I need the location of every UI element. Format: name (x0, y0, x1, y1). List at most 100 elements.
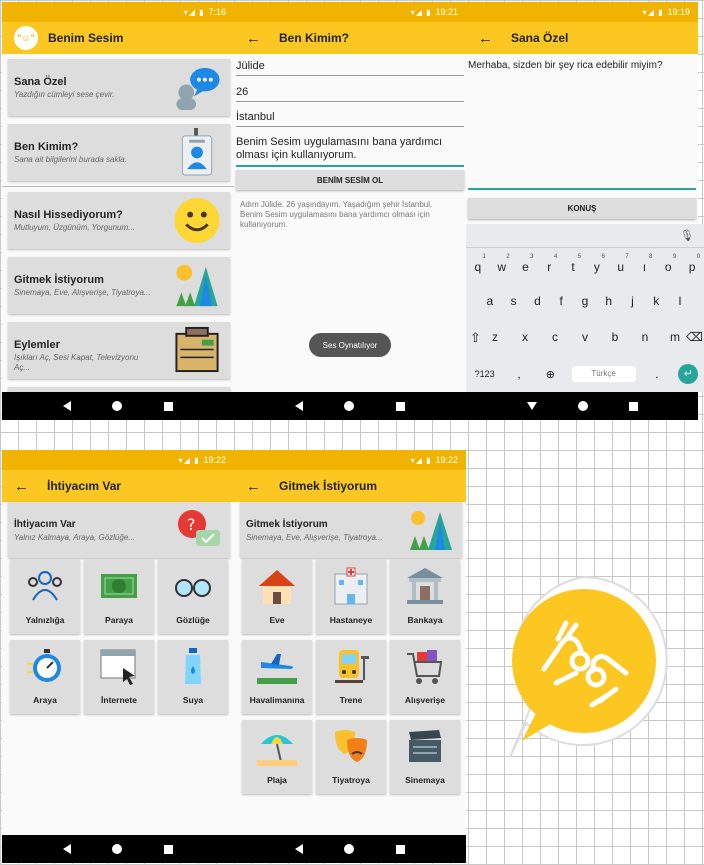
back-arrow-icon[interactable]: ← (14, 478, 29, 495)
tile-araya[interactable]: Araya (10, 640, 80, 714)
back-arrow-icon[interactable]: ← (478, 30, 493, 47)
tile-havalimanina[interactable]: Havalimanına (242, 640, 312, 714)
nav-bar (466, 392, 698, 420)
home-icon[interactable] (344, 844, 355, 854)
card-subtitle: Işıkları Aç, Sesi Kapat, Televizyonu Aç.… (14, 353, 139, 372)
tile-paraya[interactable]: Paraya (84, 560, 154, 634)
app-title: İhtiyacım Var (47, 479, 122, 493)
tile-bankaya[interactable]: Bankaya (390, 560, 460, 634)
benim-sesim-ol-button[interactable]: BENİM SESİM OL (236, 170, 464, 190)
age-field[interactable]: 26 (236, 86, 464, 102)
name-field[interactable]: Jülide (236, 60, 464, 76)
recents-icon[interactable] (628, 401, 638, 411)
tile-internete[interactable]: İnternete (84, 640, 154, 714)
key-m[interactable]: m (665, 330, 685, 346)
symbols-key[interactable]: ?123 (472, 369, 498, 379)
comma-key[interactable]: , (509, 367, 529, 381)
tile-plaja[interactable]: Plaja (242, 720, 312, 794)
backspace-icon[interactable]: ⌫ (685, 330, 704, 346)
key-j[interactable]: j (622, 294, 642, 308)
status-time: 7:16 (208, 7, 226, 17)
tile-label: Alışverişe (404, 695, 446, 705)
key-n[interactable]: n (635, 330, 655, 346)
tile-trene[interactable]: Trene (316, 640, 386, 714)
tile-hastaneye[interactable]: Hastaneye (316, 560, 386, 634)
key-k[interactable]: k (646, 294, 666, 308)
shift-icon[interactable]: ⇧ (466, 330, 485, 346)
key-x[interactable]: x (515, 330, 535, 346)
key-f[interactable]: f (551, 294, 571, 308)
tile-tiyatroya[interactable]: Tiyatroya (316, 720, 386, 794)
back-arrow-icon[interactable]: ← (246, 478, 261, 495)
key-q[interactable]: q (475, 260, 482, 274)
status-bar: ▾◢ ▮ 7:16 (2, 2, 234, 22)
key-o[interactable]: o (665, 260, 672, 274)
city-field[interactable]: İstanbul (236, 111, 464, 127)
period-key[interactable]: . (647, 367, 667, 381)
back-icon[interactable] (294, 844, 303, 854)
key-g[interactable]: g (575, 294, 595, 308)
key-w[interactable]: w (497, 260, 506, 274)
back-icon[interactable] (294, 401, 303, 411)
home-icon[interactable] (344, 401, 355, 411)
card-title: Eylemler (14, 339, 60, 351)
tile-gozluge[interactable]: Gözlüğe (158, 560, 228, 634)
browser-cursor-icon (100, 649, 136, 685)
menu-card-eylemler[interactable]: Eylemler Işıkları Aç, Sesi Kapat, Televi… (8, 322, 230, 379)
key-d[interactable]: d (527, 294, 547, 308)
recents-icon[interactable] (396, 401, 406, 411)
status-bar: ▾◢ ▮ 19:22 (2, 450, 234, 470)
id-badge-icon (181, 128, 213, 176)
enter-icon[interactable]: ↵ (678, 364, 699, 384)
key-t[interactable]: t (571, 260, 574, 274)
recents-icon[interactable] (164, 844, 174, 854)
tile-yalnizliga[interactable]: Yalnızlığa (10, 560, 80, 634)
globe-icon[interactable]: ⊕ (540, 368, 560, 381)
tile-eve[interactable]: Eve (242, 560, 312, 634)
key-l[interactable]: l (670, 294, 690, 308)
tile-label: Trene (339, 695, 363, 705)
theater-masks-icon (335, 730, 367, 762)
konus-button[interactable]: KONUŞ (468, 198, 696, 219)
message-input[interactable]: Merhaba, sizden bir şey rica edebilir mi… (468, 60, 696, 190)
keyboard-row-2: asdfghjkl (466, 294, 704, 308)
header-subtitle: Yalnız Kalmaya, Araya, Gözlüğe... (14, 533, 135, 542)
app-title: Ben Kimim? (279, 31, 350, 45)
key-s[interactable]: s (504, 294, 524, 308)
key-y[interactable]: y (594, 260, 600, 274)
tile-alisverise[interactable]: Alışverişe (390, 640, 460, 714)
key-cell: r4 (539, 254, 559, 274)
recents-icon[interactable] (396, 844, 406, 854)
space-key[interactable]: Türkçe (571, 366, 636, 382)
key-z[interactable]: z (485, 330, 505, 346)
home-icon[interactable] (577, 401, 588, 411)
home-icon[interactable] (112, 844, 123, 854)
recents-icon[interactable] (164, 401, 174, 411)
key-p[interactable]: p (689, 260, 696, 274)
key-u[interactable]: u (617, 260, 624, 274)
card-subtitle: Sana ait bilgilerini burada sakla. (14, 155, 127, 164)
menu-card-nasil-hissediyorum[interactable]: Nasıl Hissediyorum? Mutluyum, Üzgünüm, Y… (8, 192, 230, 249)
menu-card-ben-kimim[interactable]: Ben Kimim? Sana ait bilgilerini burada s… (8, 124, 230, 181)
key-ı[interactable]: ı (643, 260, 646, 274)
note-field[interactable]: Benim Sesim uygulamasını bana yardımcı o… (236, 136, 464, 167)
key-c[interactable]: c (545, 330, 565, 346)
key-h[interactable]: h (599, 294, 619, 308)
key-r[interactable]: r (547, 260, 551, 274)
key-a[interactable]: a (480, 294, 500, 308)
nav-bar (234, 392, 466, 420)
back-icon[interactable] (62, 401, 71, 411)
home-icon[interactable] (112, 401, 123, 411)
back-arrow-icon[interactable]: ← (246, 30, 261, 47)
menu-card-gitmek-istiyorum[interactable]: Gitmek İstiyorum Sinemaya, Eve, Alışveri… (8, 257, 230, 314)
key-e[interactable]: e (522, 260, 529, 274)
tile-label: Gözlüğe (176, 615, 210, 625)
key-b[interactable]: b (605, 330, 625, 346)
hide-keyboard-icon[interactable] (526, 402, 537, 410)
mic-icon[interactable]: 🎙 (680, 229, 694, 242)
menu-card-sana-ozel[interactable]: Sana Özel Yazdığın cümleyi sese çevir. (8, 59, 230, 116)
tile-sinemaya[interactable]: Sinemaya (390, 720, 460, 794)
key-v[interactable]: v (575, 330, 595, 346)
back-icon[interactable] (62, 844, 71, 854)
tile-suya[interactable]: Suya (158, 640, 228, 714)
